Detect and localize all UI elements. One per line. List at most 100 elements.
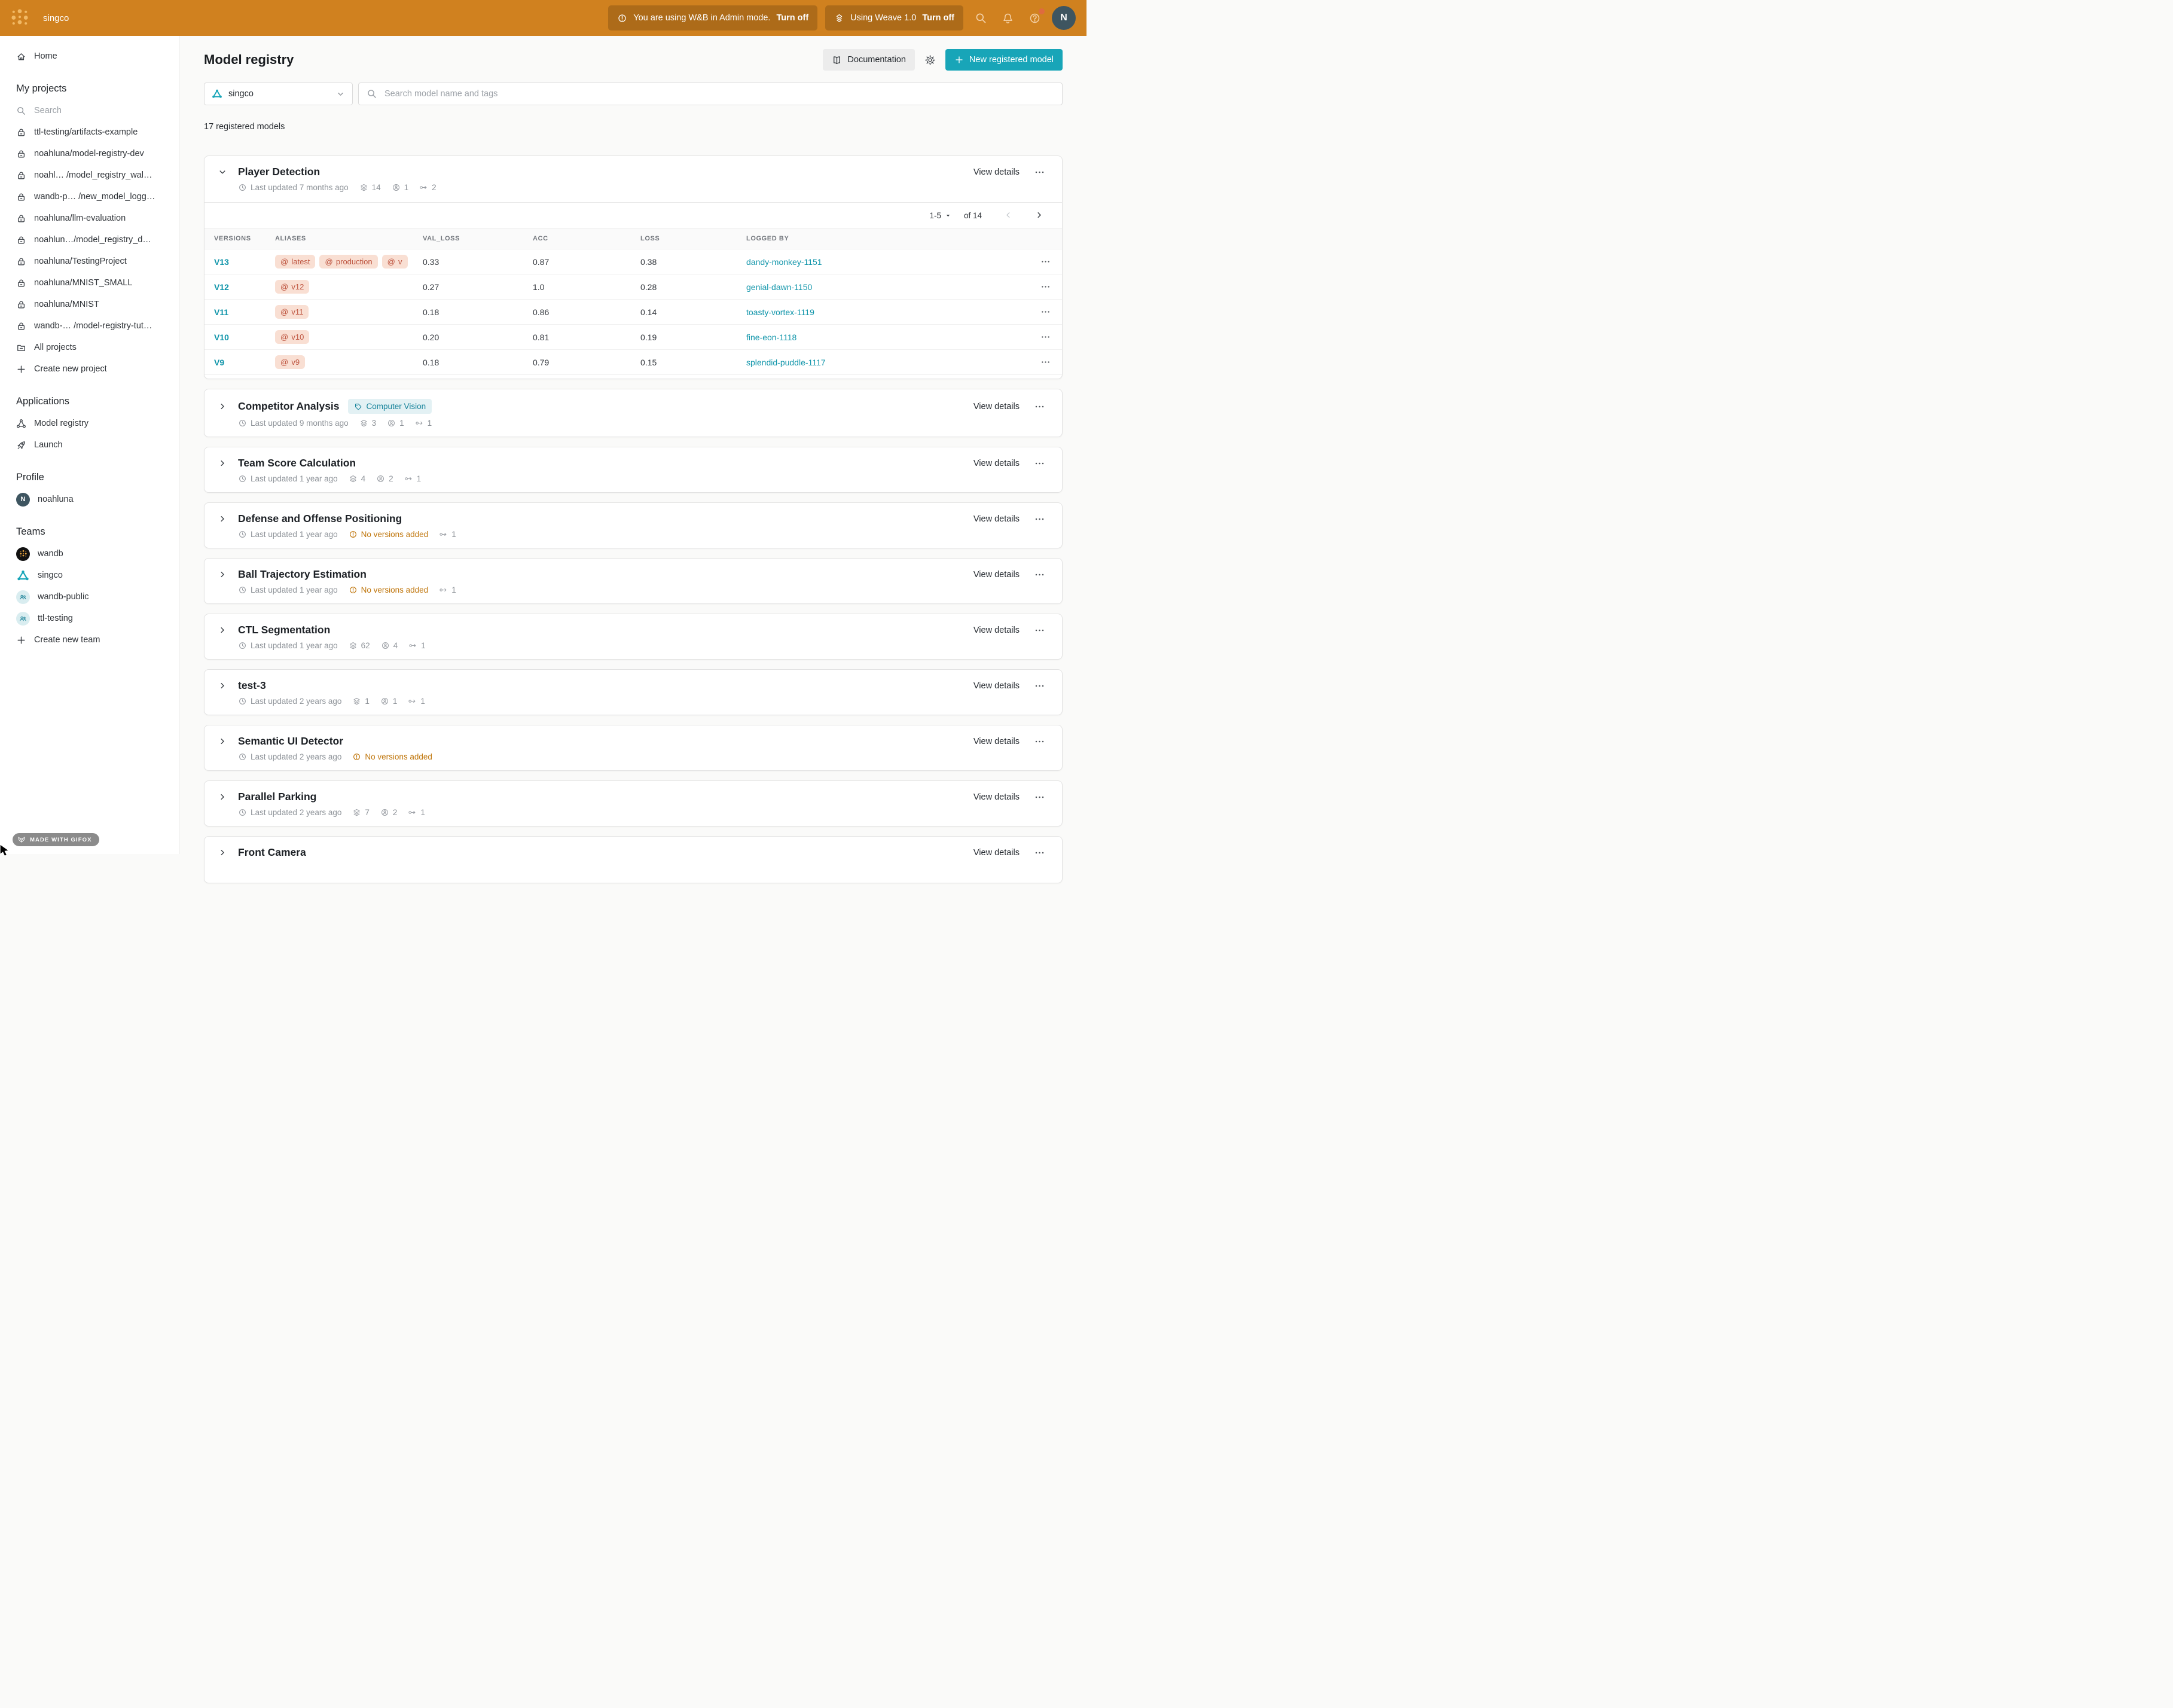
admin-mode-banner[interactable]: You are using W&B in Admin mode. Turn of… xyxy=(608,5,817,30)
logged-by-run-link[interactable]: splendid-puddle-1117 xyxy=(746,358,1028,367)
weave-turn-off-button[interactable]: Turn off xyxy=(922,13,954,23)
model-name-link[interactable]: Semantic UI Detector xyxy=(238,735,343,748)
model-search-box[interactable] xyxy=(358,83,1063,105)
view-details-link[interactable]: View details xyxy=(973,848,1020,858)
row-menu-button[interactable] xyxy=(1040,307,1051,316)
alias-pill[interactable]: v xyxy=(382,255,408,269)
sidebar-project-item[interactable]: noahluna/model-registry-dev xyxy=(0,143,179,164)
new-registered-model-button[interactable]: New registered model xyxy=(945,49,1063,71)
sidebar-item-create-team[interactable]: Create new team xyxy=(0,629,179,651)
view-details-link[interactable]: View details xyxy=(973,792,1020,802)
logged-by-run-link[interactable]: fine-eon-1118 xyxy=(746,333,1028,342)
sidebar-project-search[interactable]: Search xyxy=(0,100,179,121)
sidebar-project-item[interactable]: noahluna/TestingProject xyxy=(0,251,179,272)
version-link[interactable]: V13 xyxy=(214,257,275,267)
card-menu-button[interactable] xyxy=(1034,167,1045,177)
row-menu-button[interactable] xyxy=(1040,358,1051,367)
view-details-link[interactable]: View details xyxy=(973,626,1020,635)
expand-chevron-icon[interactable] xyxy=(216,681,228,691)
weave-banner[interactable]: Using Weave 1.0 Turn off xyxy=(825,5,963,30)
sidebar-team-singco[interactable]: singco xyxy=(0,565,179,586)
expand-chevron-icon[interactable] xyxy=(216,402,228,411)
search-icon[interactable] xyxy=(971,8,990,28)
card-menu-button[interactable] xyxy=(1034,514,1045,524)
settings-gear-button[interactable] xyxy=(924,54,936,66)
sidebar-project-item[interactable]: noahl… /model_registry_wal… xyxy=(0,164,179,186)
expand-chevron-icon[interactable] xyxy=(216,570,228,580)
sidebar-item-launch[interactable]: Launch xyxy=(0,434,179,456)
user-avatar[interactable]: N xyxy=(1052,6,1076,30)
logged-by-run-link[interactable]: genial-dawn-1150 xyxy=(746,282,1028,292)
row-menu-button[interactable] xyxy=(1040,282,1051,291)
top-org-name[interactable]: singco xyxy=(43,13,69,23)
sidebar-project-item[interactable]: wandb-… /model-registry-tut… xyxy=(0,315,179,337)
wandb-logo-icon[interactable] xyxy=(10,8,30,28)
view-details-link[interactable]: View details xyxy=(973,402,1020,411)
view-details-link[interactable]: View details xyxy=(973,570,1020,580)
sidebar-item-home[interactable]: Home xyxy=(0,45,179,67)
model-name-link[interactable]: Player Detection xyxy=(238,166,320,178)
expand-chevron-icon[interactable] xyxy=(216,626,228,635)
sidebar-item-all-projects[interactable]: All projects xyxy=(0,337,179,358)
card-menu-button[interactable] xyxy=(1034,570,1045,580)
sidebar-project-item[interactable]: noahluna/MNIST xyxy=(0,294,179,315)
page-size-dropdown[interactable]: 1-5 xyxy=(929,211,952,220)
expand-chevron-icon[interactable] xyxy=(216,514,228,524)
model-name-link[interactable]: CTL Segmentation xyxy=(238,624,330,636)
version-link[interactable]: V11 xyxy=(214,307,275,317)
admin-turn-off-button[interactable]: Turn off xyxy=(776,13,808,23)
view-details-link[interactable]: View details xyxy=(973,459,1020,468)
row-menu-button[interactable] xyxy=(1040,257,1051,266)
card-menu-button[interactable] xyxy=(1034,737,1045,746)
expand-chevron-icon[interactable] xyxy=(216,737,228,746)
sidebar-project-item[interactable]: wandb-p… /new_model_logg… xyxy=(0,186,179,208)
view-details-link[interactable]: View details xyxy=(973,681,1020,691)
alias-pill[interactable]: latest xyxy=(275,255,315,269)
sidebar-project-item[interactable]: noahluna/MNIST_SMALL xyxy=(0,272,179,294)
notifications-bell-icon[interactable] xyxy=(998,8,1017,28)
sidebar-item-model-registry[interactable]: Model registry xyxy=(0,413,179,434)
collapse-chevron-icon[interactable] xyxy=(216,167,228,177)
row-menu-button[interactable] xyxy=(1040,333,1051,341)
card-menu-button[interactable] xyxy=(1034,792,1045,802)
model-name-link[interactable]: Parallel Parking xyxy=(238,791,316,803)
sidebar-item-create-project[interactable]: Create new project xyxy=(0,358,179,380)
model-name-link[interactable]: test-3 xyxy=(238,679,266,692)
view-details-link[interactable]: View details xyxy=(973,737,1020,746)
sidebar-team-ttl-testing[interactable]: ttl-testing xyxy=(0,608,179,629)
expand-chevron-icon[interactable] xyxy=(216,792,228,802)
expand-chevron-icon[interactable] xyxy=(216,459,228,468)
alias-pill[interactable]: v9 xyxy=(275,355,305,369)
version-link[interactable]: V10 xyxy=(214,333,275,342)
expand-chevron-icon[interactable] xyxy=(216,848,228,858)
org-selector-dropdown[interactable]: singco xyxy=(204,83,353,105)
model-search-input[interactable] xyxy=(383,89,1054,99)
alias-pill[interactable]: v10 xyxy=(275,330,309,344)
logged-by-run-link[interactable]: toasty-vortex-1119 xyxy=(746,307,1028,317)
card-menu-button[interactable] xyxy=(1034,459,1045,468)
card-menu-button[interactable] xyxy=(1034,402,1045,411)
model-name-link[interactable]: Ball Trajectory Estimation xyxy=(238,568,367,581)
sidebar-project-item[interactable]: noahluna/llm-evaluation xyxy=(0,208,179,229)
pagination-prev-button[interactable] xyxy=(1003,211,1013,220)
view-details-link[interactable]: View details xyxy=(973,514,1020,524)
pagination-next-button[interactable] xyxy=(1034,211,1044,220)
card-menu-button[interactable] xyxy=(1034,626,1045,635)
logged-by-run-link[interactable]: dandy-monkey-1151 xyxy=(746,257,1028,267)
alias-pill[interactable]: production xyxy=(319,255,377,269)
version-link[interactable]: V12 xyxy=(214,282,275,292)
view-details-link[interactable]: View details xyxy=(973,167,1020,177)
documentation-button[interactable]: Documentation xyxy=(823,49,915,71)
sidebar-item-profile[interactable]: N noahluna xyxy=(0,489,179,510)
model-name-link[interactable]: Defense and Offense Positioning xyxy=(238,513,402,525)
model-name-link[interactable]: Competitor Analysis xyxy=(238,400,340,413)
alias-pill[interactable]: v12 xyxy=(275,280,309,294)
sidebar-project-item[interactable]: noahlun…/model_registry_d… xyxy=(0,229,179,251)
card-menu-button[interactable] xyxy=(1034,848,1045,858)
sidebar-team-wandb[interactable]: wandb xyxy=(0,543,179,565)
model-tag[interactable]: Computer Vision xyxy=(348,399,432,414)
model-name-link[interactable]: Front Camera xyxy=(238,846,306,859)
version-link[interactable]: V9 xyxy=(214,358,275,367)
help-icon[interactable] xyxy=(1025,8,1044,28)
sidebar-team-wandb-public[interactable]: wandb-public xyxy=(0,586,179,608)
